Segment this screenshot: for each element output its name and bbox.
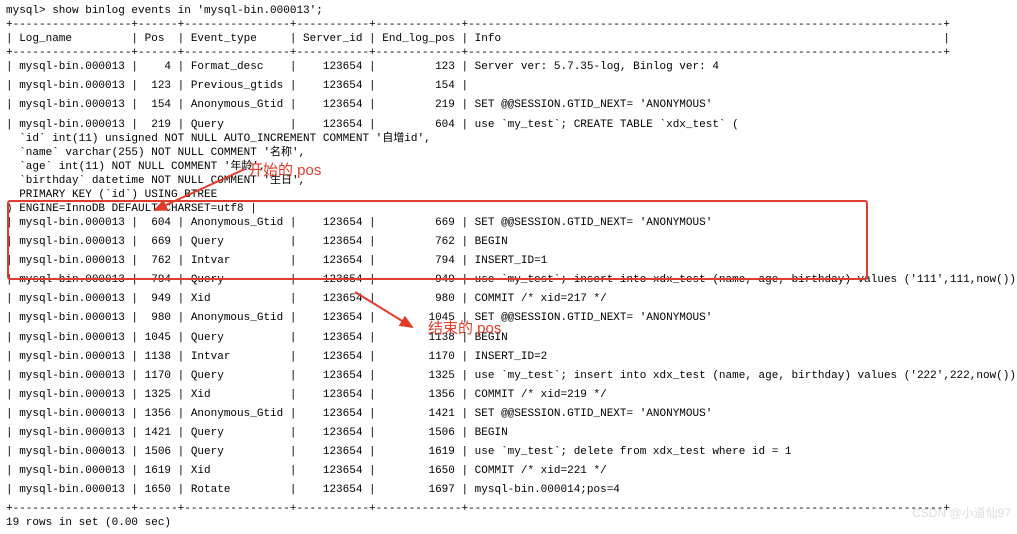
table-row: | mysql-bin.000013 | 669 | Query | 12365… bbox=[6, 235, 1011, 249]
table-row: | mysql-bin.000013 | 949 | Xid | 123654 … bbox=[6, 292, 1011, 306]
table-border-top: +------------------+------+-------------… bbox=[6, 18, 1011, 32]
table-row: | mysql-bin.000013 | 1325 | Xid | 123654… bbox=[6, 388, 1011, 402]
table-row: | mysql-bin.000013 | 604 | Anonymous_Gti… bbox=[6, 216, 1011, 230]
table-row-continuation: `id` int(11) unsigned NOT NULL AUTO_INCR… bbox=[6, 132, 1011, 146]
table-row: | mysql-bin.000013 | 1619 | Xid | 123654… bbox=[6, 464, 1011, 478]
terminal-output: mysql> show binlog events in 'mysql-bin.… bbox=[0, 0, 1017, 534]
result-footer: 19 rows in set (0.00 sec) bbox=[6, 516, 1011, 530]
table-row: | mysql-bin.000013 | 1650 | Rotate | 123… bbox=[6, 483, 1011, 497]
table-header: | Log_name | Pos | Event_type | Server_i… bbox=[6, 32, 1011, 46]
table-row-continuation: `name` varchar(255) NOT NULL COMMENT '名称… bbox=[6, 146, 1011, 160]
table-row: | mysql-bin.000013 | 219 | Query | 12365… bbox=[6, 118, 1011, 132]
mysql-prompt: mysql> show binlog events in 'mysql-bin.… bbox=[6, 4, 1011, 18]
table-row-continuation: `birthday` datetime NOT NULL COMMENT '生日… bbox=[6, 174, 1011, 188]
table-row: | mysql-bin.000013 | 1506 | Query | 1236… bbox=[6, 445, 1011, 459]
table-row-continuation: PRIMARY KEY (`id`) USING BTREE bbox=[6, 188, 1011, 202]
watermark: CSDN @小道仙97 bbox=[912, 506, 1011, 521]
table-row: | mysql-bin.000013 | 1356 | Anonymous_Gt… bbox=[6, 407, 1011, 421]
table-row: | mysql-bin.000013 | 1138 | Intvar | 123… bbox=[6, 350, 1011, 364]
table-border-mid: +------------------+------+-------------… bbox=[6, 46, 1011, 60]
table-row: | mysql-bin.000013 | 4 | Format_desc | 1… bbox=[6, 60, 1011, 74]
table-row: | mysql-bin.000013 | 980 | Anonymous_Gti… bbox=[6, 311, 1011, 325]
table-row-continuation: `age` int(11) NOT NULL COMMENT '年龄', bbox=[6, 160, 1011, 174]
table-row: | mysql-bin.000013 | 1421 | Query | 1236… bbox=[6, 426, 1011, 440]
table-row-continuation: ) ENGINE=InnoDB DEFAULT CHARSET=utf8 | bbox=[6, 202, 1011, 216]
table-row: | mysql-bin.000013 | 154 | Anonymous_Gti… bbox=[6, 98, 1011, 112]
table-row: | mysql-bin.000013 | 1045 | Query | 1236… bbox=[6, 331, 1011, 345]
table-row: | mysql-bin.000013 | 794 | Query | 12365… bbox=[6, 273, 1011, 287]
table-row: | mysql-bin.000013 | 762 | Intvar | 1236… bbox=[6, 254, 1011, 268]
table-body: | mysql-bin.000013 | 4 | Format_desc | 1… bbox=[6, 60, 1011, 502]
table-border-bottom: +------------------+------+-------------… bbox=[6, 502, 1011, 516]
table-row: | mysql-bin.000013 | 123 | Previous_gtid… bbox=[6, 79, 1011, 93]
table-row: | mysql-bin.000013 | 1170 | Query | 1236… bbox=[6, 369, 1011, 383]
